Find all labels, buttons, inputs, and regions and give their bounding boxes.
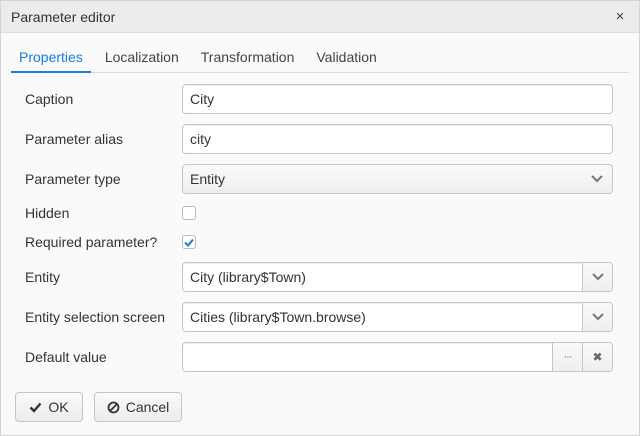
type-value: Entity (190, 171, 226, 187)
ban-icon (107, 401, 120, 413)
required-row: Required parameter? (25, 227, 613, 257)
caption-field[interactable]: City (182, 84, 613, 114)
tab-localization[interactable]: Localization (97, 45, 187, 73)
required-label: Required parameter? (25, 234, 158, 250)
screen-select[interactable]: Cities (library$Town.browse) (182, 302, 613, 332)
screen-label: Entity selection screen (25, 309, 166, 325)
chevron-down-icon[interactable] (582, 303, 612, 331)
screen-row: Entity selection screen Cities (library$… (25, 302, 613, 332)
alias-field[interactable]: city (182, 124, 613, 154)
entity-label: Entity (25, 269, 61, 285)
chevron-down-icon[interactable] (582, 165, 612, 193)
type-row: Parameter type Entity (25, 164, 613, 194)
tab-bar: Properties Localization Transformation V… (11, 45, 629, 73)
checkmark-icon (184, 238, 194, 247)
title-bar: Parameter editor × (1, 1, 639, 33)
caption-value: City (190, 91, 215, 107)
check-icon (30, 402, 42, 413)
entity-value: City (library$Town) (190, 269, 306, 285)
entity-select[interactable]: City (library$Town) (182, 262, 613, 292)
screen-value: Cities (library$Town.browse) (190, 309, 366, 325)
ellipsis-icon[interactable]: ··· (552, 343, 582, 371)
cancel-button[interactable]: Cancel (94, 392, 182, 422)
required-checkbox[interactable] (182, 235, 196, 249)
chevron-down-icon[interactable] (582, 263, 612, 291)
window-title: Parameter editor (11, 8, 116, 25)
type-label: Parameter type (25, 171, 121, 187)
entity-row: Entity City (library$Town) (25, 262, 613, 292)
alias-label: Parameter alias (25, 131, 124, 147)
hidden-label: Hidden (25, 205, 70, 221)
clear-icon[interactable]: ✖ (582, 343, 612, 371)
default-field[interactable]: ··· ✖ (182, 342, 613, 372)
close-icon[interactable]: × (611, 7, 629, 25)
caption-row: Caption City (25, 84, 613, 114)
ok-button[interactable]: OK (15, 392, 83, 422)
cancel-label: Cancel (125, 399, 170, 415)
default-row: Default value ··· ✖ (25, 342, 613, 372)
hidden-checkbox[interactable] (182, 206, 196, 220)
tab-properties[interactable]: Properties (11, 45, 91, 73)
tab-validation[interactable]: Validation (308, 45, 384, 73)
tab-transformation[interactable]: Transformation (193, 45, 303, 73)
alias-value: city (190, 131, 211, 147)
ok-label: OK (48, 399, 69, 415)
type-select[interactable]: Entity (182, 164, 613, 194)
default-label: Default value (25, 349, 107, 365)
parameter-editor-dialog: Parameter editor × Properties Localizati… (0, 0, 640, 436)
alias-row: Parameter alias city (25, 124, 613, 154)
caption-label: Caption (25, 91, 74, 107)
hidden-row: Hidden (25, 198, 613, 228)
